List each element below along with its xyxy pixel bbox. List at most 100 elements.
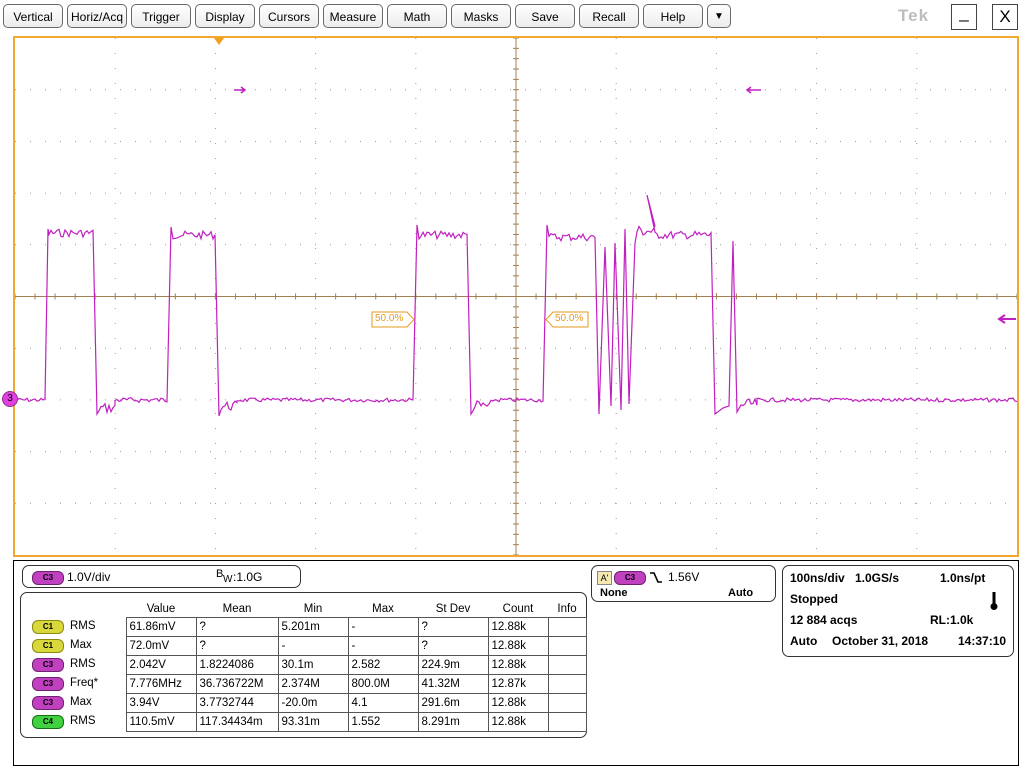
- vertical-scale: 1.0V/div: [67, 570, 111, 584]
- reference-level-right-text: 50.0%: [555, 313, 584, 324]
- acquisition-date: October 31, 2018: [832, 634, 929, 648]
- measurement-max-cell: -: [347, 617, 419, 637]
- measurement-row[interactable]: C3 Freq* 7.776MHz 36.736722M 2.374M 800.0M 41.…: [24, 674, 587, 694]
- minimize-button[interactable]: _: [951, 4, 977, 30]
- measurement-max-cell: -: [347, 636, 419, 656]
- menu-vertical-button[interactable]: Vertical: [3, 4, 63, 28]
- measurement-label: C3 Freq*: [24, 675, 126, 694]
- menu-math-button[interactable]: Math: [387, 4, 447, 28]
- measurement-count-cell: 12.88k: [487, 636, 549, 656]
- measurement-value-cell: 61.86mV: [125, 617, 197, 637]
- bandwidth-subscript: W: [223, 574, 233, 585]
- measurement-count-cell: 12.87k: [487, 674, 549, 694]
- close-button[interactable]: X: [992, 4, 1018, 30]
- trigger-level: 1.56V: [668, 570, 700, 584]
- channel-badge: C4: [32, 715, 64, 729]
- menu-dropdown-button[interactable]: ▼: [707, 4, 731, 28]
- measurement-value-cell: 3.94V: [125, 693, 197, 713]
- measurement-value-cell: 110.5mV: [125, 712, 197, 732]
- reference-level-left-text: 50.0%: [375, 313, 404, 324]
- measurement-info-cell: [547, 617, 587, 637]
- time-resolution: 1.0ns/pt: [940, 571, 986, 585]
- measurement-header-row: Value Mean Min Max St Dev Count Info: [24, 600, 586, 618]
- menu-measure-button[interactable]: Measure: [323, 4, 383, 28]
- falling-edge-icon: [650, 572, 662, 583]
- measurement-mean-cell: ?: [195, 617, 279, 637]
- measurement-stdev-cell: ?: [417, 617, 489, 637]
- measurement-min-cell: 93.31m: [277, 712, 349, 732]
- menu-recall-button[interactable]: Recall: [579, 4, 639, 28]
- menu-cursors-button[interactable]: Cursors: [259, 4, 319, 28]
- measurement-type: RMS: [70, 715, 96, 727]
- measurement-info-cell: [547, 712, 587, 732]
- measurement-label: C1 Max: [24, 637, 126, 656]
- trigger-panel[interactable]: A' C3 1.56V None Auto: [591, 565, 776, 602]
- menu-trigger-button[interactable]: Trigger: [131, 4, 191, 28]
- channel-3-ground-marker[interactable]: 3: [2, 391, 18, 407]
- waveform-display[interactable]: 50.0% 50.0%: [13, 36, 1019, 557]
- measurement-stdev-cell: ?: [417, 636, 489, 656]
- header-info: Info: [557, 602, 577, 615]
- measurement-row[interactable]: C4 RMS 110.5mV 117.34434m 93.31m 1.552 8.291m 1…: [24, 712, 587, 732]
- channel-badge: C1: [32, 620, 64, 634]
- acquisition-time: 14:37:10: [958, 634, 1007, 648]
- measurement-mean-cell: 117.34434m: [195, 712, 279, 732]
- measurement-stdev-cell: 224.9m: [417, 655, 489, 675]
- measurement-row[interactable]: C3 RMS 2.042V 1.8224086 30.1m 2.582 224.9m 12.8…: [24, 655, 587, 675]
- tek-logo: Tek: [898, 6, 930, 25]
- trigger-level-arrow: [997, 314, 1016, 324]
- measurement-value-cell: 2.042V: [125, 655, 197, 675]
- measurement-info-cell: [547, 655, 587, 675]
- measurement-min-cell: -20.0m: [277, 693, 349, 713]
- menu-horiz-acq-button[interactable]: Horiz/Acq: [67, 4, 127, 28]
- channel-scale-panel[interactable]: C3 1.0V/div B W :1.0G: [22, 565, 301, 588]
- measurement-max-cell: 4.1: [347, 693, 419, 713]
- acquisition-state: Stopped: [790, 592, 838, 606]
- measurement-info-cell: [547, 674, 587, 694]
- measurement-count-cell: 12.88k: [487, 712, 549, 732]
- channel-badge: C1: [32, 639, 64, 653]
- thermometer-icon: [990, 592, 998, 610]
- sample-rate: 1.0GS/s: [855, 571, 900, 585]
- measurement-stdev-cell: 291.6m: [417, 693, 489, 713]
- measurement-max-cell: 2.582: [347, 655, 419, 675]
- measurement-label: C3 Max: [24, 694, 126, 713]
- measurement-min-cell: 30.1m: [277, 655, 349, 675]
- measurement-label: C3 RMS: [24, 656, 126, 675]
- trigger-channel-badge: C3: [614, 571, 646, 585]
- header-max: Max: [372, 602, 394, 615]
- measurement-stdev-cell: 8.291m: [417, 712, 489, 732]
- trigger-a-label: A': [597, 571, 612, 585]
- cursor-arrow-right: [234, 86, 247, 94]
- measurement-value-cell: 72.0mV: [125, 636, 197, 656]
- measurement-row[interactable]: C1 Max 72.0mV? - -? 12.88k: [24, 636, 587, 656]
- measurement-label: C4 RMS: [24, 713, 126, 732]
- header-count: Count: [502, 602, 534, 615]
- cursor-arrow-left: [745, 86, 761, 94]
- measurement-row[interactable]: C3 Max 3.94V 3.7732744 -20.0m 4.1 291.6m 12.88k: [24, 693, 587, 713]
- horizontal-acquisition-panel[interactable]: 100ns/div 1.0GS/s 1.0ns/pt Stopped 12 88…: [782, 565, 1014, 657]
- measurement-table[interactable]: Value Mean Min Max St Dev Count Info C1 R…: [24, 600, 587, 732]
- measurement-value-cell: 7.776MHz: [125, 674, 197, 694]
- channel-badge: C3: [32, 571, 64, 585]
- record-length: RL:1.0k: [930, 613, 974, 627]
- header-stdev: St Dev: [435, 602, 471, 615]
- measurement-row[interactable]: C1 RMS 61.86mV? 5.201m -? 12.88k: [24, 617, 587, 637]
- channel-badge: C3: [32, 677, 64, 691]
- menu-save-button[interactable]: Save: [515, 4, 575, 28]
- menu-masks-button[interactable]: Masks: [451, 4, 511, 28]
- measurement-max-cell: 800.0M: [347, 674, 419, 694]
- header-mean: Mean: [222, 602, 252, 615]
- measurement-type: Max: [70, 639, 92, 651]
- menu-display-button[interactable]: Display: [195, 4, 255, 28]
- measurement-count-cell: 12.88k: [487, 617, 549, 637]
- measurement-info-cell: [547, 693, 587, 713]
- measurement-type: Max: [70, 696, 92, 708]
- header-value: Value: [146, 602, 176, 615]
- measurement-min-cell: 2.374M: [277, 674, 349, 694]
- menu-help-button[interactable]: Help: [643, 4, 703, 28]
- header-min: Min: [303, 602, 323, 615]
- header-spacer: [24, 600, 126, 618]
- measurement-type: Freq*: [70, 677, 99, 689]
- channel-badge: C3: [32, 696, 64, 710]
